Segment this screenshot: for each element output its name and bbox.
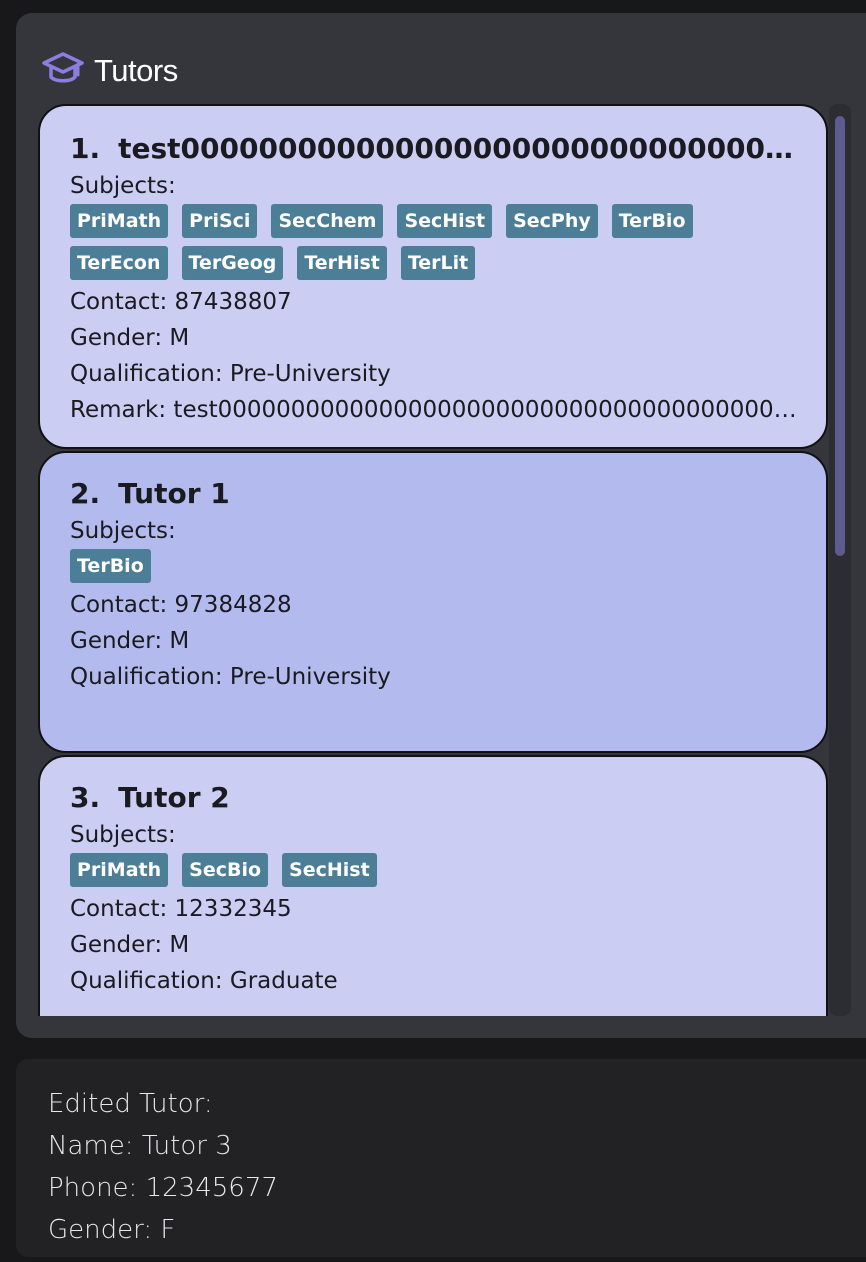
tutor-card-3[interactable]: 3. Tutor 2 Subjects: PriMath SecBio SecH… xyxy=(38,755,828,1016)
tutor-contact: Contact: 12332345 xyxy=(70,896,292,922)
graduation-cap-icon xyxy=(40,49,86,93)
list-scrollbar[interactable] xyxy=(829,104,851,1016)
scrollbar-thumb[interactable] xyxy=(835,116,845,556)
tutor-card-2[interactable]: 2. Tutor 1 Subjects: TerBio Contact: 973… xyxy=(38,451,828,753)
subject-tag: SecHist xyxy=(282,853,377,887)
subject-tag: TerHist xyxy=(297,246,387,280)
tutor-gender: Gender: M xyxy=(70,325,190,351)
tutor-contact: Contact: 87438807 xyxy=(70,289,292,315)
tutor-gender: Gender: M xyxy=(70,628,190,654)
tutor-index: 1. xyxy=(70,132,101,165)
tutor-remark: Remark: test0000000000000000000000000000… xyxy=(70,397,798,423)
tutor-name-text: Tutor 1 xyxy=(118,477,230,510)
subject-tag: TerEcon xyxy=(70,246,168,280)
subjects-label: Subjects: xyxy=(70,822,176,848)
panel-title: Tutors xyxy=(94,53,178,88)
tutor-name-text: test000000000000000000000000000000000000… xyxy=(118,132,798,165)
result-line: Gender: F xyxy=(48,1215,176,1245)
subject-tag: PriSci xyxy=(182,204,258,238)
tutor-list-panel: Tutors 1. test00000000000000000000000000… xyxy=(16,13,866,1038)
subject-tag: PriMath xyxy=(70,853,169,887)
subject-tag: TerBio xyxy=(611,204,693,238)
tutor-card-1[interactable]: 1. test000000000000000000000000000000000… xyxy=(38,104,828,449)
result-display: Edited Tutor: Name: Tutor 3 Phone: 12345… xyxy=(16,1059,866,1257)
tutor-contact: Contact: 97384828 xyxy=(70,592,292,618)
result-line: Phone: 12345677 xyxy=(48,1173,278,1203)
tutor-list[interactable]: 1. test000000000000000000000000000000000… xyxy=(38,104,830,1016)
tutor-qualification: Qualification: Pre-University xyxy=(70,664,391,690)
tutor-index: 3. xyxy=(70,781,101,814)
tutor-qualification: Qualification: Pre-University xyxy=(70,361,391,387)
subjects-label: Subjects: xyxy=(70,173,176,199)
tutor-name: 2. Tutor 1 xyxy=(70,477,798,513)
result-line: Name: Tutor 3 xyxy=(48,1131,232,1161)
subject-tag: SecPhy xyxy=(506,204,598,238)
tutor-qualification: Qualification: Graduate xyxy=(70,968,338,994)
tutor-index: 2. xyxy=(70,477,101,510)
subject-tags: PriMath SecBio SecHist xyxy=(70,853,798,887)
tutor-name-text: Tutor 2 xyxy=(118,781,230,814)
subject-tag: PriMath xyxy=(70,204,169,238)
subject-tag: TerGeog xyxy=(181,246,284,280)
subject-tags: TerBio xyxy=(70,549,798,583)
result-line: Edited Tutor: xyxy=(48,1089,213,1119)
subject-tag: SecChem xyxy=(271,204,384,238)
tutor-name: 1. test000000000000000000000000000000000… xyxy=(70,132,798,168)
panel-header: Tutors xyxy=(40,51,178,91)
subject-tag: SecHist xyxy=(397,204,493,238)
subject-tag: TerBio xyxy=(70,549,151,583)
subject-tag: TerLit xyxy=(400,246,476,280)
subject-tags: PriMath PriSci SecChem SecHist SecPhy Te… xyxy=(70,204,798,280)
subjects-label: Subjects: xyxy=(70,518,176,544)
subject-tag: SecBio xyxy=(182,853,269,887)
tutor-name: 3. Tutor 2 xyxy=(70,781,798,817)
tutor-gender: Gender: M xyxy=(70,932,190,958)
